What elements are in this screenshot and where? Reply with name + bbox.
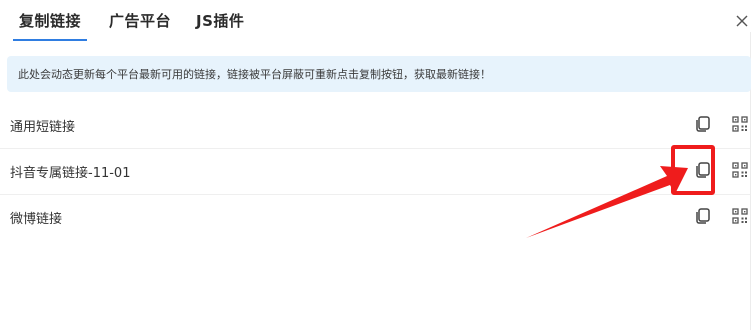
copy-icon[interactable] bbox=[693, 114, 713, 134]
copy-link-dialog: 复制链接 广告平台 JS插件 此处会动态更新每个平台最新可用的链接，链接被平台屏… bbox=[0, 0, 752, 330]
qr-code-icon[interactable] bbox=[731, 114, 749, 134]
tab-js-plugin[interactable]: JS插件 bbox=[196, 10, 244, 36]
link-label: 微博链接 bbox=[10, 212, 63, 227]
notice-text: 此处会动态更新每个平台最新可用的链接，链接被平台屏蔽可重新点击复制按钮，获取最新… bbox=[18, 68, 491, 81]
copy-icon[interactable] bbox=[693, 206, 713, 226]
qr-code-icon[interactable] bbox=[731, 160, 749, 180]
link-row-general: 通用短链接 bbox=[0, 102, 750, 149]
tab-ad-platform[interactable]: 广告平台 bbox=[109, 10, 171, 36]
link-row-douyin: 抖音专属链接-11-01 bbox=[0, 148, 750, 195]
link-label: 抖音专属链接-11-01 bbox=[10, 166, 131, 181]
annotation-highlight-box bbox=[671, 145, 715, 195]
qr-code-icon[interactable] bbox=[731, 206, 749, 226]
tab-copy-link[interactable]: 复制链接 bbox=[19, 10, 81, 36]
link-label: 通用短链接 bbox=[10, 120, 76, 135]
active-tab-indicator bbox=[13, 39, 87, 41]
close-icon[interactable] bbox=[731, 10, 752, 32]
tab-bar: 复制链接 广告平台 JS插件 bbox=[0, 0, 752, 44]
link-row-weibo: 微博链接 bbox=[0, 194, 750, 240]
info-notice: 此处会动态更新每个平台最新可用的链接，链接被平台屏蔽可重新点击复制按钮，获取最新… bbox=[7, 56, 751, 92]
